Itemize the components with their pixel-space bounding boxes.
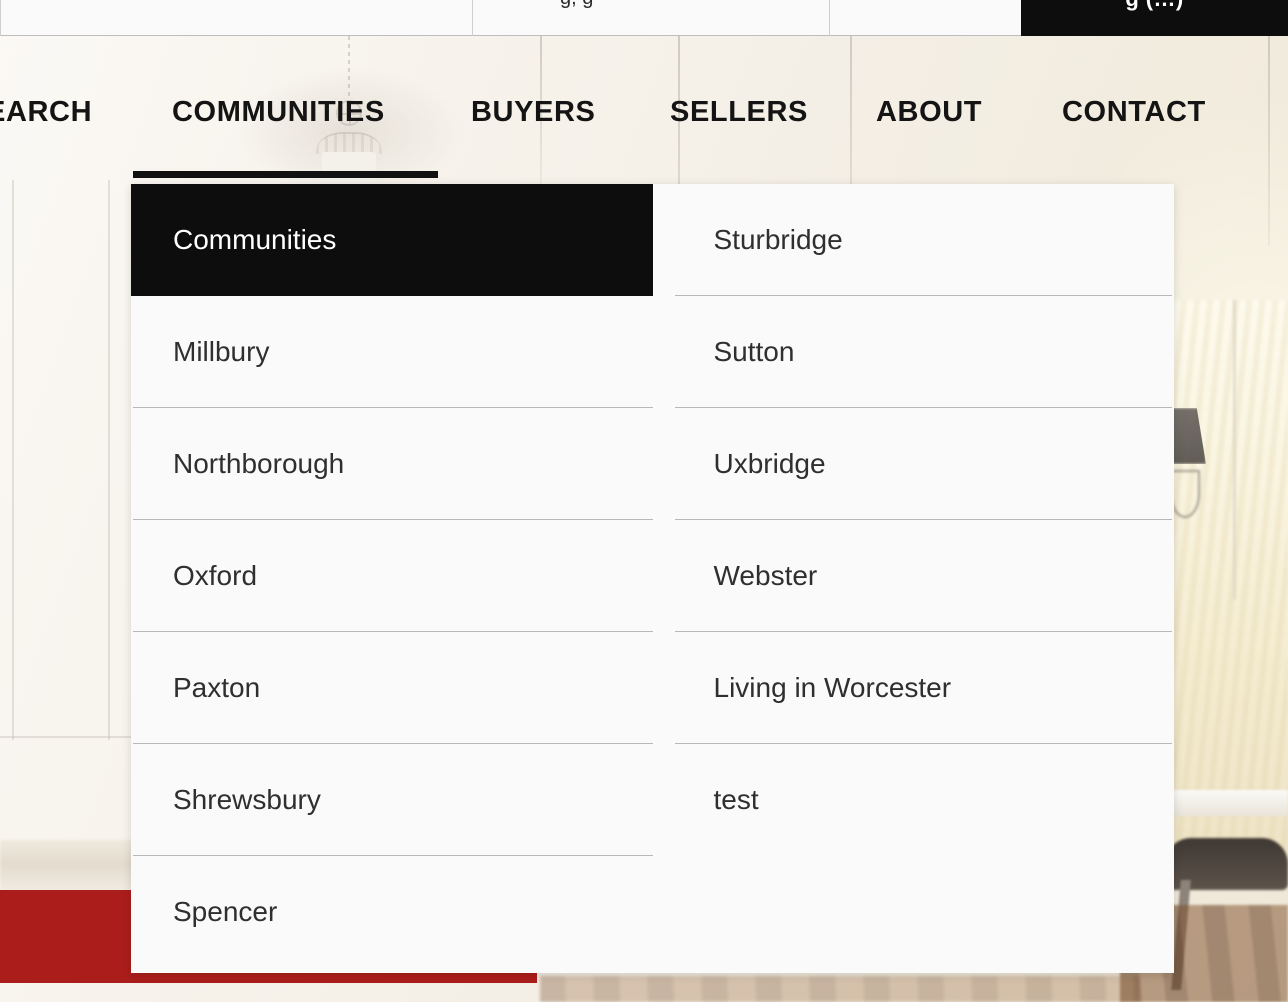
wall-line — [0, 736, 150, 738]
dropdown-item-spencer[interactable]: Spencer — [131, 856, 653, 968]
wall-line — [12, 180, 14, 740]
dropdown-item-paxton[interactable]: Paxton — [131, 632, 653, 744]
window-frame — [1233, 300, 1236, 600]
nav-item-search[interactable]: EARCH — [0, 96, 92, 129]
dropdown-item-label: Sutton — [713, 336, 795, 367]
dropdown-item-test[interactable]: test — [653, 744, 1175, 856]
topbar-middle-text: g, g — [560, 0, 820, 36]
dropdown-item-oxford[interactable]: Oxford — [131, 520, 653, 632]
nav-active-indicator — [133, 171, 438, 178]
wall-line — [108, 180, 110, 740]
nav-item-sellers[interactable]: SELLERS — [670, 96, 808, 129]
topbar-phone-cta-button[interactable]: g (…) — [1021, 0, 1288, 36]
main-navigation: EARCH COMMUNITIES BUYERS SELLERS ABOUT C… — [0, 96, 1288, 162]
nav-item-buyers[interactable]: BUYERS — [471, 96, 595, 129]
dropdown-item-label: Shrewsbury — [173, 784, 321, 815]
lamp-base-decor — [1170, 470, 1200, 518]
dropdown-item-shrewsbury[interactable]: Shrewsbury — [131, 744, 653, 856]
dropdown-item-label: Uxbridge — [713, 448, 826, 479]
dropdown-item-millbury[interactable]: Millbury — [131, 296, 653, 408]
dropdown-item-label: Sturbridge — [713, 224, 843, 255]
dropdown-item-label: Millbury — [173, 336, 270, 367]
dropdown-item-label: Oxford — [173, 560, 258, 591]
dropdown-column-right: Sturbridge Sutton Uxbridge Webster Livin… — [653, 184, 1175, 973]
dropdown-item-sutton[interactable]: Sutton — [653, 296, 1175, 408]
dropdown-item-webster[interactable]: Webster — [653, 520, 1175, 632]
dropdown-item-empty — [653, 856, 1175, 968]
dropdown-item-northborough[interactable]: Northborough — [131, 408, 653, 520]
dropdown-item-label: Communities — [173, 224, 337, 255]
nav-item-about[interactable]: ABOUT — [876, 96, 982, 129]
top-utility-bar: g, g g (…) — [0, 0, 1288, 36]
dropdown-item-uxbridge[interactable]: Uxbridge — [653, 408, 1175, 520]
floor-decor — [540, 976, 1140, 1002]
dropdown-item-label: Northborough — [173, 448, 345, 479]
dropdown-item-label: test — [713, 784, 759, 815]
dropdown-item-label: Spencer — [173, 896, 278, 927]
dropdown-item-living-in-worcester[interactable]: Living in Worcester — [653, 632, 1175, 744]
curtain-decor — [1168, 300, 1288, 860]
communities-mega-dropdown: Communities Millbury Northborough Oxford… — [131, 184, 1174, 973]
dropdown-item-label: Paxton — [173, 672, 261, 703]
dropdown-item-label: Webster — [713, 560, 818, 591]
dropdown-item-label: Living in Worcester — [713, 672, 952, 703]
page-root: g, g g (…) EARCH COMMUNITIES BUYERS SELL… — [0, 0, 1288, 1002]
dropdown-column-left: Communities Millbury Northborough Oxford… — [131, 184, 653, 973]
dropdown-item-communities[interactable]: Communities — [131, 184, 653, 296]
nav-item-communities[interactable]: COMMUNITIES — [172, 96, 385, 129]
nav-item-contact[interactable]: CONTACT — [1062, 96, 1206, 129]
dropdown-item-sturbridge[interactable]: Sturbridge — [653, 184, 1175, 296]
